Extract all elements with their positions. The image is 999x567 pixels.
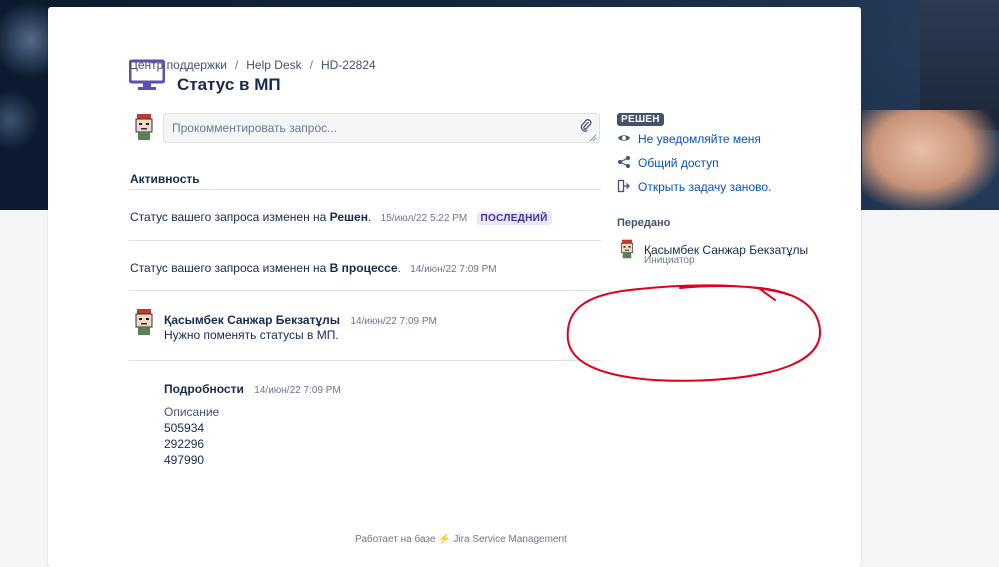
resize-handle-icon[interactable] <box>589 134 597 142</box>
paperclip-icon[interactable] <box>580 118 592 132</box>
unsubscribe-link[interactable]: Не уведомляйте меня <box>638 132 761 146</box>
activity-status: Решен <box>329 210 368 224</box>
activity-item-in-progress: Статус вашего запроса изменен на В проце… <box>130 261 497 275</box>
reopen-icon <box>617 179 630 193</box>
participant-role: Инициатор <box>644 255 695 266</box>
breadcrumb-separator: / <box>234 58 239 72</box>
avatar <box>135 309 153 335</box>
share-icon <box>618 156 630 168</box>
details-header: Подробности 14/июн/22 7:09 PM <box>164 380 341 398</box>
details-heading: Подробности <box>164 382 244 396</box>
bolt-icon: ⚡ <box>438 534 451 545</box>
reopen-link[interactable]: Открыть задачу заново. <box>638 180 771 194</box>
latest-badge: ПОСЛЕДНИЙ <box>476 212 552 225</box>
comment-body: Нужно поменять статусы в МП. <box>164 328 339 342</box>
status-badge: РЕШЕН <box>617 113 664 126</box>
activity-status: В процессе <box>329 261 398 275</box>
comment-author: Қасымбек Санжар Бекзатұлы <box>164 313 340 327</box>
divider <box>129 360 601 361</box>
comment-timestamp: 14/июн/22 7:09 PM <box>350 316 437 327</box>
eye-icon <box>618 135 630 141</box>
activity-item-resolved: Статус вашего запроса изменен на Решен. … <box>130 210 552 225</box>
comment-input[interactable]: Прокомментировать запрос... <box>163 113 600 143</box>
divider <box>129 290 601 291</box>
description-label: Описание <box>164 405 220 419</box>
description-line: 505934 <box>164 421 205 435</box>
activity-text: Статус вашего запроса изменен на <box>130 261 327 275</box>
avatar <box>135 114 153 140</box>
activity-timestamp: 15/июл/22 5:22 PM <box>380 213 468 224</box>
details-timestamp: 14/июн/22 7:09 PM <box>254 385 341 396</box>
description-line: 497990 <box>164 453 205 467</box>
breadcrumb: Центр поддержки / Help Desk / HD-22824 <box>129 58 376 72</box>
divider <box>129 240 601 241</box>
comment-header: Қасымбек Санжар Бекзатұлы 14/июн/22 7:09… <box>164 311 437 329</box>
activity-text-suffix: . <box>397 261 401 275</box>
divider <box>129 189 601 190</box>
footer-product-link[interactable]: Jira Service Management <box>453 534 566 545</box>
footer-text: Работает на базе <box>355 534 436 545</box>
red-annotation-circle <box>566 284 822 382</box>
description-line: 292296 <box>164 437 205 451</box>
breadcrumb-separator: / <box>309 58 313 72</box>
footer: Работает на базе ⚡ Jira Service Manageme… <box>355 534 567 545</box>
activity-text-suffix: . <box>367 210 372 224</box>
shared-with-heading: Передано <box>617 217 671 229</box>
avatar <box>620 239 634 259</box>
breadcrumb-issue-key[interactable]: HD-22824 <box>321 58 376 72</box>
breadcrumb-help-center[interactable]: Центр поддержки <box>129 58 227 72</box>
page-title: Статус в МП <box>177 75 281 94</box>
activity-heading: Активность <box>130 172 200 186</box>
hero-hand-decoration <box>862 110 999 210</box>
share-link[interactable]: Общий доступ <box>638 156 719 170</box>
breadcrumb-help-desk[interactable]: Help Desk <box>246 58 301 72</box>
activity-timestamp: 14/июн/22 7:09 PM <box>410 264 497 275</box>
activity-text: Статус вашего запроса изменен на <box>130 210 327 224</box>
